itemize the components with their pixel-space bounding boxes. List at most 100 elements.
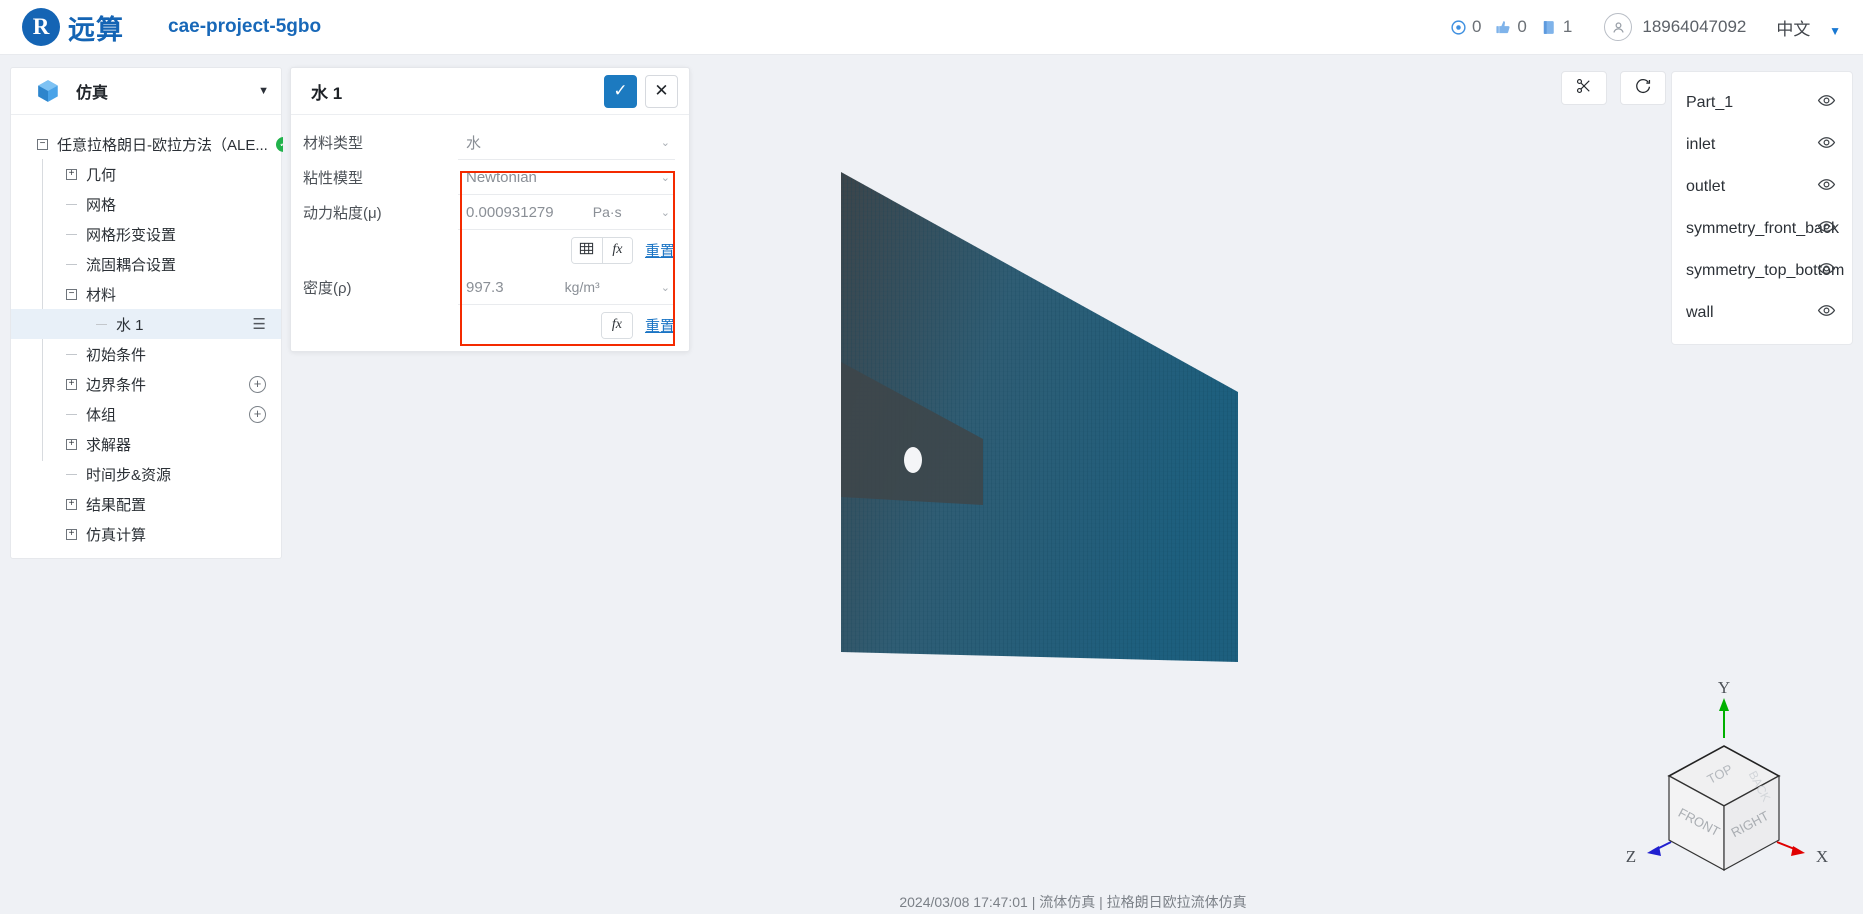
collapse-toggle-icon[interactable]: − (37, 138, 48, 150)
tree-item-solver[interactable]: + 求解器 (11, 429, 281, 459)
simulation-panel-header[interactable]: 仿真 ▼ (11, 68, 281, 115)
tree-item-label: 结果配置 (86, 496, 147, 514)
confirm-button[interactable]: ✓ (604, 74, 637, 108)
refresh-icon (1634, 77, 1652, 100)
tree-item-label: 几何 (86, 166, 117, 184)
tree-item-initial-conditions[interactable]: 初始条件 (11, 339, 281, 369)
field-value: 0.000931279 (466, 203, 554, 221)
field-label: 材料类型 (303, 135, 364, 152)
tree-item-volume-group[interactable]: 体组 + (11, 399, 281, 429)
clip-plane-button[interactable] (1561, 71, 1607, 105)
axis-label-y: Y (1718, 678, 1730, 697)
language-label: 中文 (1776, 19, 1811, 39)
field-value: 997.3 (466, 278, 504, 296)
density-input[interactable]: 997.3 kg/m³ ⌄ (458, 270, 675, 305)
chevron-down-icon: ⌄ (660, 171, 670, 184)
part-row[interactable]: outlet (1672, 166, 1852, 208)
tree-item-timestep-resources[interactable]: 时间步&资源 (11, 459, 281, 489)
tree-item-geometry[interactable]: + 几何 (11, 159, 281, 189)
tree-branch-line (66, 263, 77, 265)
project-name[interactable]: cae-project-5gbo (168, 16, 321, 38)
material-type-select[interactable]: 水 ⌄ (458, 125, 675, 160)
tree-item-mesh[interactable]: 网格 (11, 189, 281, 219)
navigation-cube[interactable]: Y X Z TOP FRONT RIGHT BACK (1609, 678, 1839, 878)
tree-item-water-1[interactable]: 水 1 ☰ (11, 309, 281, 339)
tree-item-mesh-deformation[interactable]: 网格形变设置 (11, 219, 281, 249)
cancel-button[interactable]: ✕ (645, 74, 678, 108)
part-row[interactable]: wall (1672, 292, 1852, 334)
viscosity-reset-link[interactable]: 重置 (645, 240, 675, 261)
unit-label: Pa·s (592, 204, 622, 220)
simulation-tree: − 任意拉格朗日-欧拉方法（ALE... ✓ + 几何 网格 网格形变设置 流固… (11, 115, 291, 549)
expand-toggle-icon[interactable]: + (66, 528, 77, 540)
avatar (1604, 13, 1633, 41)
chevron-down-icon: ⌄ (660, 136, 670, 149)
tree-item-label: 仿真计算 (86, 526, 147, 544)
tree-item-label: 流固耦合设置 (86, 256, 177, 274)
docs-stat[interactable]: 1 (1541, 17, 1572, 37)
panel-title: 仿真 (76, 85, 109, 102)
part-label: wall (1686, 304, 1714, 321)
tree-item-label: 任意拉格朗日-欧拉方法（ALE... (57, 136, 268, 154)
likes-count: 0 (1517, 17, 1527, 36)
chevron-down-icon[interactable]: ⌄ (661, 281, 673, 294)
eye-icon[interactable] (1817, 133, 1836, 157)
user-menu[interactable]: 18964047092 (1604, 13, 1746, 41)
tree-item-boundary-conditions[interactable]: + 边界条件 + (11, 369, 281, 399)
field-label: 密度(ρ) (303, 280, 352, 297)
tree-item-label: 体组 (86, 406, 117, 424)
eye-icon[interactable] (1817, 217, 1836, 241)
part-row[interactable]: symmetry_front_back (1672, 208, 1852, 250)
expand-toggle-icon[interactable]: + (66, 438, 77, 450)
expand-toggle-icon[interactable]: + (66, 378, 77, 390)
thumbs-up-icon (1495, 19, 1512, 36)
eye-icon[interactable] (1817, 91, 1836, 115)
list-menu-icon[interactable]: ☰ (253, 315, 266, 333)
add-icon[interactable]: + (249, 405, 266, 423)
field-material-type: 材料类型 水 ⌄ (291, 125, 689, 160)
part-row[interactable]: symmetry_top_bottom (1672, 250, 1852, 292)
field-density: 密度(ρ) 997.3 kg/m³ ⌄ (291, 270, 689, 305)
tree-item-root[interactable]: − 任意拉格朗日-欧拉方法（ALE... ✓ (11, 129, 291, 159)
dynamic-viscosity-input[interactable]: 0.000931279 Pa·s ⌄ (458, 195, 675, 230)
tree-item-material[interactable]: − 材料 (11, 279, 281, 309)
logo-letter: R (32, 13, 50, 39)
top-header-bar: R 远算 cae-project-5gbo 0 0 1 18964047092 … (0, 0, 1863, 55)
tree-item-label: 时间步&资源 (86, 466, 172, 484)
brand-name: 远算 (68, 14, 124, 45)
eye-icon[interactable] (1817, 259, 1836, 283)
tree-item-result-config[interactable]: + 结果配置 (11, 489, 281, 519)
reset-view-button[interactable] (1620, 71, 1666, 105)
collapse-toggle-icon[interactable]: − (66, 288, 77, 300)
brand-logo[interactable]: R 远算 (22, 8, 124, 47)
language-selector[interactable]: 中文 ▼ (1776, 15, 1841, 40)
scissors-icon (1575, 77, 1593, 100)
add-icon[interactable]: + (249, 375, 266, 393)
tree-branch-line (66, 233, 77, 235)
likes-stat[interactable]: 0 (1495, 17, 1527, 37)
table-icon-button[interactable] (571, 237, 602, 263)
part-label: symmetry_front_back (1686, 220, 1839, 237)
formula-icon-button[interactable]: fx (601, 237, 632, 263)
tree-item-run-simulation[interactable]: + 仿真计算 (11, 519, 281, 549)
views-stat[interactable]: 0 (1450, 17, 1481, 37)
density-reset-link[interactable]: 重置 (645, 315, 675, 336)
viscosity-model-select[interactable]: Newtonian ⌄ (458, 160, 675, 195)
eye-icon[interactable] (1817, 301, 1836, 325)
viscosity-tool-row: fx 重置 (291, 230, 689, 270)
tree-item-fsi[interactable]: 流固耦合设置 (11, 249, 281, 279)
book-icon (1541, 19, 1558, 36)
part-row[interactable]: Part_1 (1672, 82, 1852, 124)
chevron-down-icon[interactable]: ▼ (258, 85, 269, 97)
fx-icon: fx (612, 242, 623, 257)
expand-toggle-icon[interactable]: + (66, 498, 77, 510)
dialog-actions: ✓ ✕ (604, 74, 678, 108)
chevron-down-icon[interactable]: ⌄ (661, 206, 673, 219)
eye-icon[interactable] (1817, 175, 1836, 199)
docs-count: 1 (1562, 17, 1573, 36)
part-row[interactable]: inlet (1672, 124, 1852, 166)
tree-item-label: 网格 (86, 196, 117, 214)
expand-toggle-icon[interactable]: + (66, 168, 77, 180)
chevron-down-icon: ▼ (1829, 23, 1841, 38)
formula-icon-button[interactable]: fx (601, 312, 632, 338)
